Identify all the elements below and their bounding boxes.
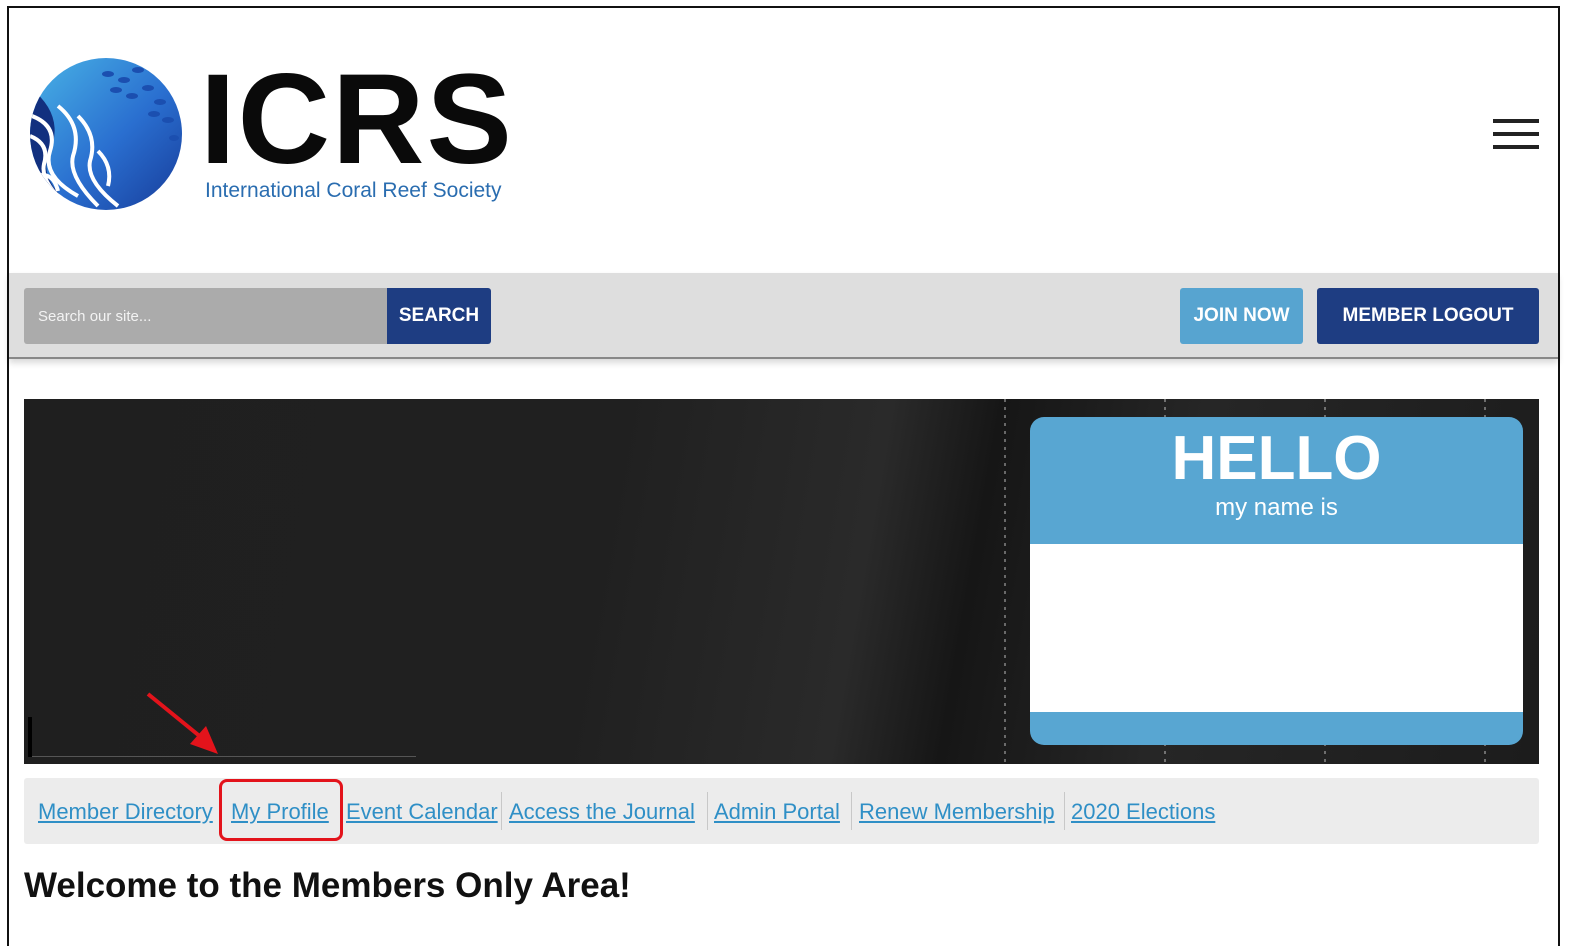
my-profile-highlight-box	[219, 779, 343, 841]
search-button[interactable]: SEARCH	[387, 288, 491, 344]
hello-text: HELLO	[1171, 424, 1382, 493]
page-title: Welcome to the Members Only Area!	[24, 866, 631, 905]
hamburger-menu-icon[interactable]	[1493, 119, 1541, 151]
logo-subtitle: International Coral Reef Society	[205, 179, 502, 202]
nav-renew-membership[interactable]: Renew Membership	[859, 799, 1055, 825]
name-tag: HELLO my name is	[1030, 417, 1523, 745]
nav-admin-portal[interactable]: Admin Portal	[714, 799, 840, 825]
nav-member-directory[interactable]: Member Directory	[38, 799, 213, 825]
join-now-button[interactable]: JOIN NOW	[1180, 288, 1303, 344]
name-tag-blank-area	[1030, 544, 1523, 712]
nav-event-calendar[interactable]: Event Calendar	[346, 799, 498, 825]
my-name-is-text: my name is	[1215, 494, 1338, 521]
red-arrow-icon	[146, 692, 218, 754]
hero-banner: HELLO my name is	[24, 399, 1539, 764]
toolbar: SEARCH JOIN NOW MEMBER LOGOUT	[9, 273, 1558, 359]
member-logout-button[interactable]: MEMBER LOGOUT	[1317, 288, 1539, 344]
search-input[interactable]	[24, 288, 387, 344]
nav-access-journal[interactable]: Access the Journal	[509, 799, 695, 825]
banner-marker	[28, 717, 32, 757]
nav-2020-elections[interactable]: 2020 Elections	[1071, 799, 1215, 825]
logo-title[interactable]: ICRS	[200, 56, 514, 184]
logo-globe-icon	[30, 58, 182, 210]
